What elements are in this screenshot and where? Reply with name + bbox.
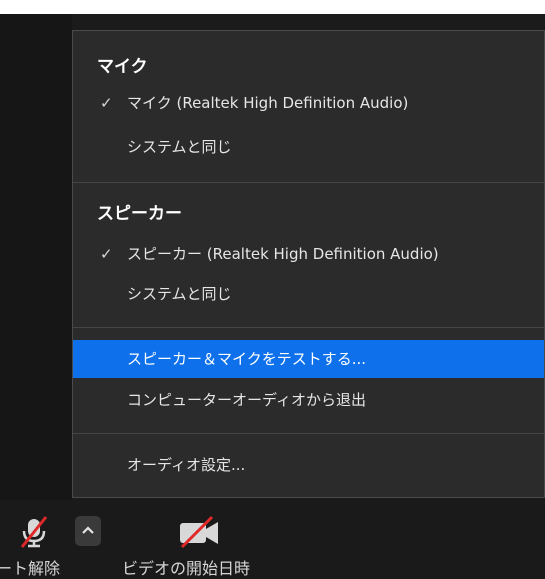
start-video-label[interactable]: ビデオの開始日時 xyxy=(122,558,250,579)
menu-divider xyxy=(73,433,544,434)
menu-item-label: システムと同じ xyxy=(127,285,232,303)
window-top-strip xyxy=(0,0,545,14)
menu-item-speaker-same-as-system[interactable]: システムと同じ xyxy=(73,275,544,313)
unmute-label[interactable]: ート解除 xyxy=(0,558,60,579)
menu-item-mic-same-as-system[interactable]: システムと同じ xyxy=(73,128,544,166)
menu-item-test-speaker-mic[interactable]: スピーカー＆マイクをテストする... xyxy=(73,340,544,378)
menu-item-label: マイク (Realtek High Definition Audio) xyxy=(127,94,409,112)
menu-item-leave-computer-audio[interactable]: コンピューターオーディオから退出 xyxy=(73,381,544,419)
menu-item-speaker-realtek[interactable]: ✓ スピーカー (Realtek High Definition Audio) xyxy=(73,235,544,273)
audio-options-chevron-button[interactable] xyxy=(75,516,101,546)
mic-section-title: マイク xyxy=(97,57,148,77)
menu-item-mic-realtek[interactable]: ✓ マイク (Realtek High Definition Audio) xyxy=(73,84,544,122)
video-off-icon[interactable] xyxy=(176,514,222,550)
meeting-video-area xyxy=(0,14,72,500)
menu-item-label: スピーカー＆マイクをテストする... xyxy=(127,350,367,368)
zoom-audio-stage: マイク ✓ マイク (Realtek High Definition Audio… xyxy=(0,0,545,579)
muted-mic-icon[interactable] xyxy=(16,514,52,550)
menu-item-label: システムと同じ xyxy=(127,138,232,156)
menu-item-label: オーディオ設定... xyxy=(127,456,246,474)
audio-options-menu: マイク ✓ マイク (Realtek High Definition Audio… xyxy=(72,30,545,498)
checkmark-icon: ✓ xyxy=(100,245,113,263)
chevron-up-icon xyxy=(82,526,94,534)
speaker-section-title: スピーカー xyxy=(97,204,182,224)
meeting-toolbar: ート解除 ビデオの開始日時 xyxy=(0,500,545,579)
menu-divider xyxy=(73,327,544,328)
checkmark-icon: ✓ xyxy=(100,94,113,112)
menu-item-audio-settings[interactable]: オーディオ設定... xyxy=(73,446,544,484)
menu-item-label: コンピューターオーディオから退出 xyxy=(127,391,366,409)
menu-divider xyxy=(73,182,544,183)
menu-item-label: スピーカー (Realtek High Definition Audio) xyxy=(127,245,439,263)
